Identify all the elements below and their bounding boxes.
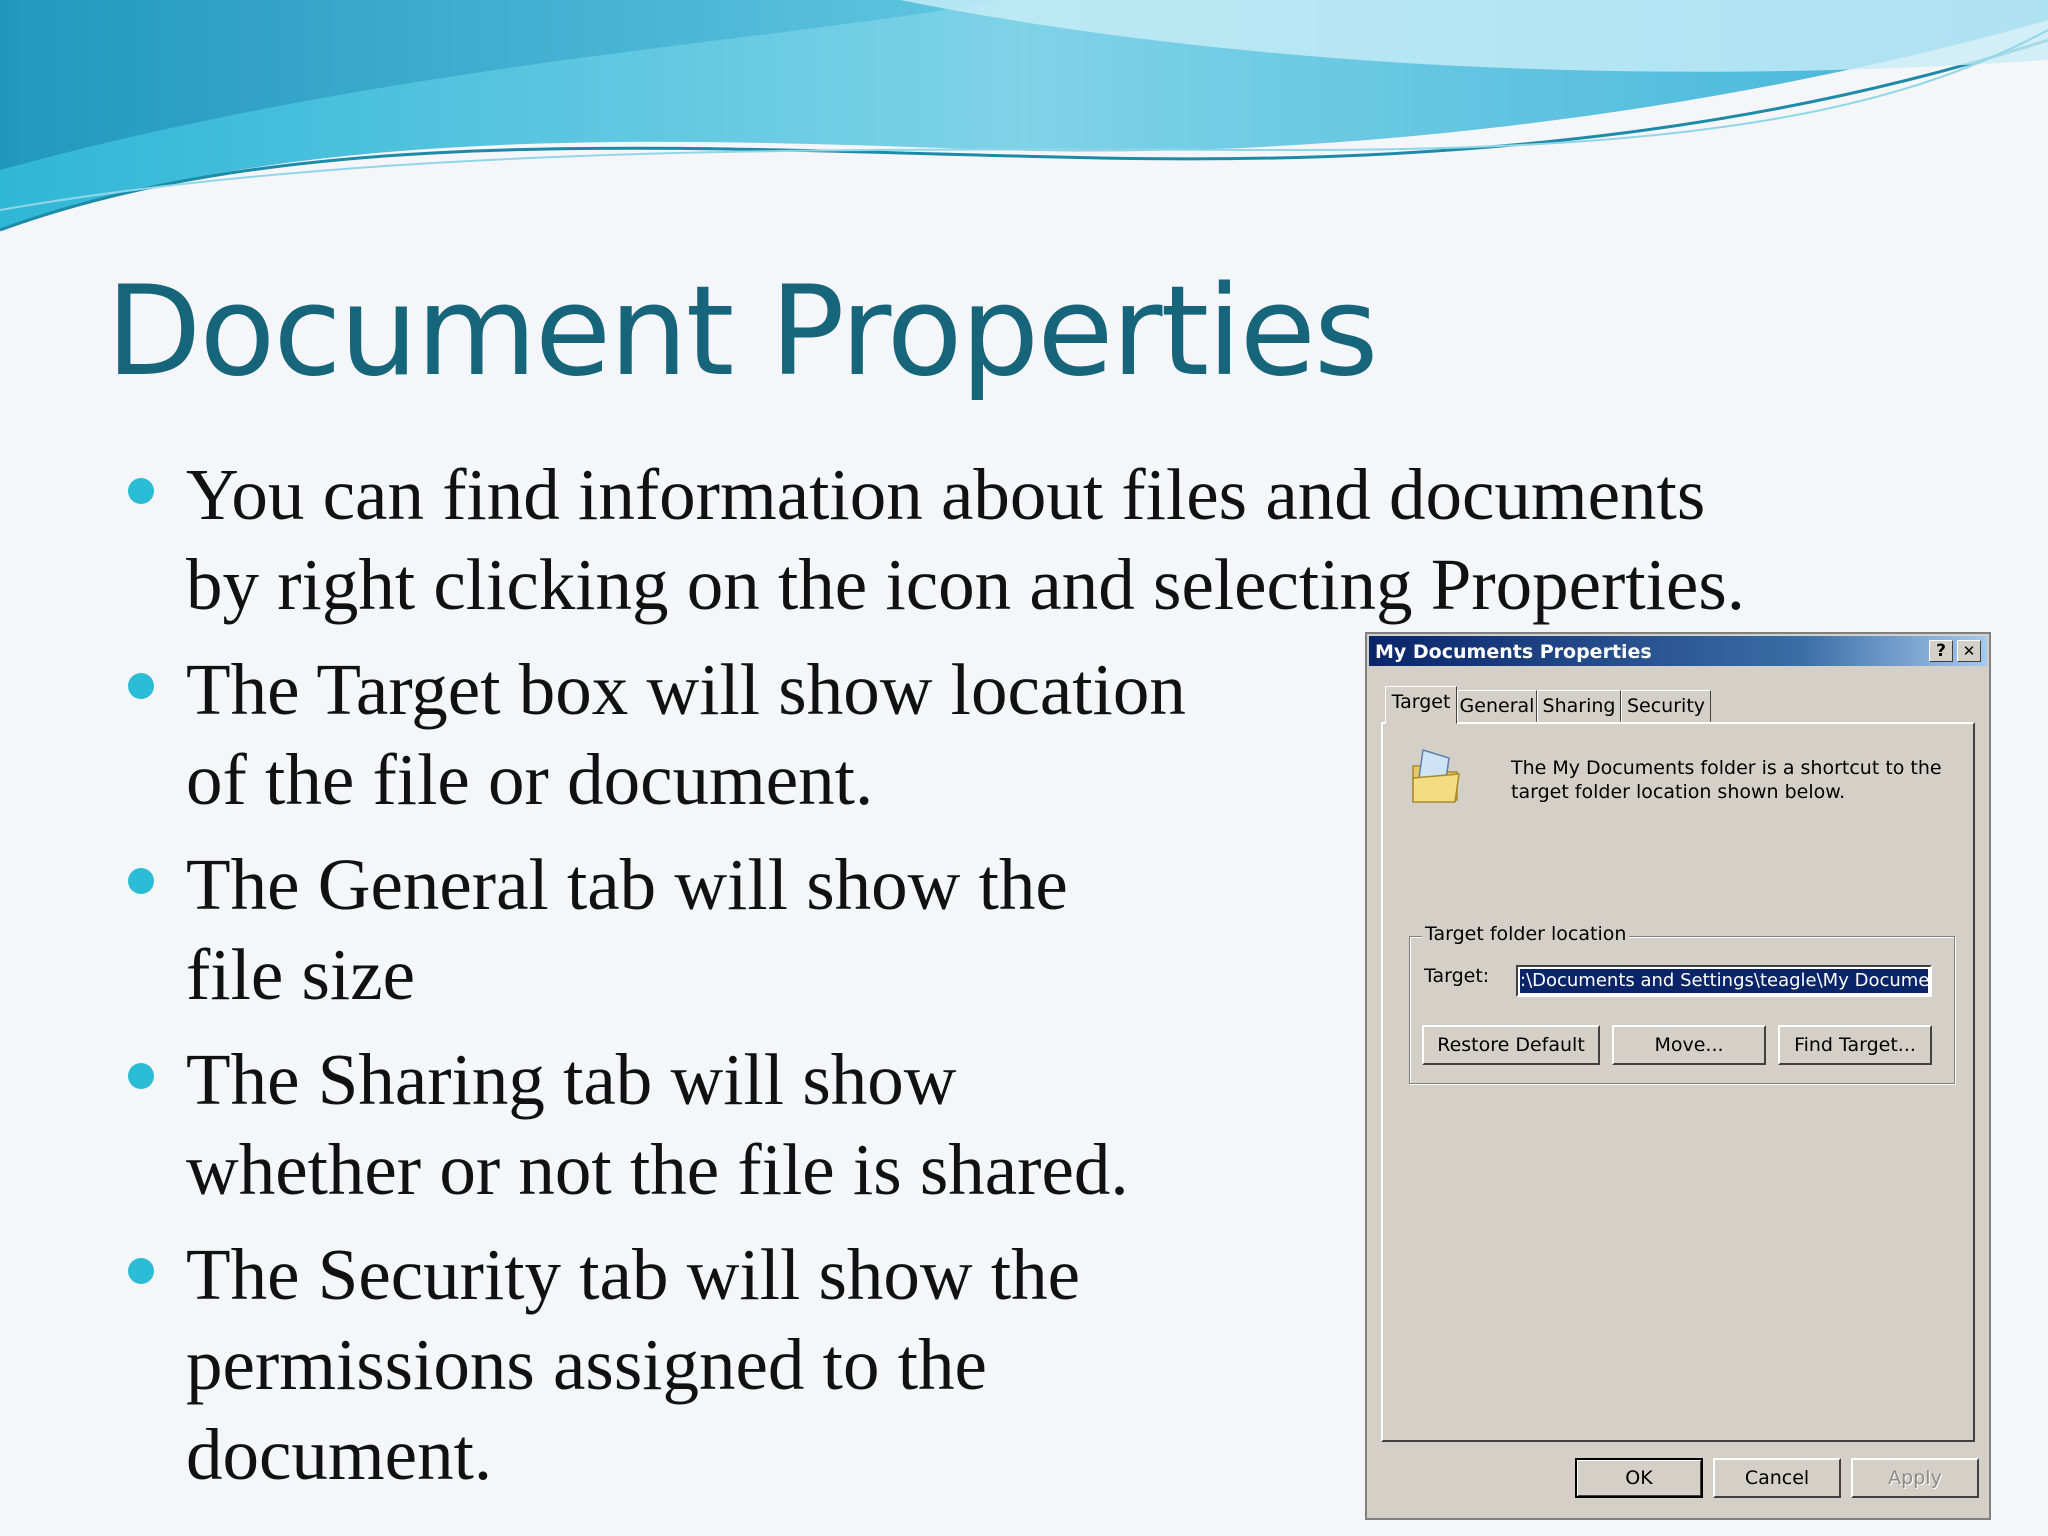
slide: Document Properties You can find informa… bbox=[0, 0, 2048, 1536]
target-input[interactable]: :\Documents and Settings\teagle\My Docum… bbox=[1516, 965, 1932, 997]
help-button[interactable]: ? bbox=[1929, 640, 1953, 662]
header-wave-decoration bbox=[0, 0, 2048, 232]
move-button[interactable]: Move... bbox=[1612, 1025, 1766, 1065]
bullet-line: The Target box will show location bbox=[186, 649, 1186, 730]
target-input-value: :\Documents and Settings\teagle\My Docum… bbox=[1520, 969, 1928, 993]
bullet-text: You can find information about files and… bbox=[186, 450, 1745, 630]
target-label: Target: bbox=[1424, 965, 1490, 987]
close-button[interactable]: ✕ bbox=[1957, 640, 1981, 662]
bullet-line: document. bbox=[186, 1414, 493, 1495]
groupbox-label: Target folder location bbox=[1422, 923, 1630, 945]
dialog-description: The My Documents folder is a shortcut to… bbox=[1511, 757, 1942, 803]
bullet-dot-icon bbox=[128, 1258, 154, 1284]
bullet-line: The Security tab will show the bbox=[186, 1234, 1081, 1315]
tab-sharing[interactable]: Sharing bbox=[1537, 690, 1621, 722]
ok-button[interactable]: OK bbox=[1575, 1458, 1703, 1498]
bullet-line: The General tab will show the bbox=[186, 844, 1068, 925]
bullet-dot-icon bbox=[128, 478, 154, 504]
tab-security[interactable]: Security bbox=[1621, 690, 1711, 722]
bullet-line: The Sharing tab will show bbox=[186, 1039, 957, 1120]
page-title: Document Properties bbox=[106, 260, 1378, 404]
bullet-dot-icon bbox=[128, 1063, 154, 1089]
bullet-line: by right clicking on the icon and select… bbox=[186, 544, 1745, 625]
bullet-line: of the file or document. bbox=[186, 739, 874, 820]
tab-general[interactable]: General bbox=[1457, 690, 1537, 722]
dialog-titlebar[interactable]: My Documents Properties ? ✕ bbox=[1369, 636, 1987, 666]
bullet-line: permissions assigned to the bbox=[186, 1324, 987, 1405]
tab-target[interactable]: Target bbox=[1385, 686, 1457, 724]
bullet-line: whether or not the file is shared. bbox=[186, 1129, 1129, 1210]
restore-default-button[interactable]: Restore Default bbox=[1422, 1025, 1600, 1065]
bullet-line: file size bbox=[186, 934, 416, 1015]
bullet-dot-icon bbox=[128, 673, 154, 699]
bullet-line: You can find information about files and… bbox=[186, 454, 1706, 535]
bullet-text: The Target box will show location of the… bbox=[186, 645, 1186, 825]
cancel-button[interactable]: Cancel bbox=[1713, 1458, 1841, 1498]
bullet-text: The Sharing tab will show whether or not… bbox=[186, 1035, 1129, 1215]
my-documents-folder-icon bbox=[1412, 749, 1460, 803]
bullet-dot-icon bbox=[128, 868, 154, 894]
bullet-text: The General tab will show the file size bbox=[186, 840, 1068, 1020]
dialog-title: My Documents Properties bbox=[1375, 641, 1652, 663]
tab-panel-target: The My Documents folder is a shortcut to… bbox=[1381, 722, 1975, 1442]
properties-dialog: My Documents Properties ? ✕ Target Gener… bbox=[1365, 632, 1991, 1520]
apply-button[interactable]: Apply bbox=[1851, 1458, 1979, 1498]
target-folder-groupbox: Target folder location Target: :\Documen… bbox=[1409, 923, 1955, 1084]
find-target-button[interactable]: Find Target... bbox=[1778, 1025, 1932, 1065]
bullet-text: The Security tab will show the permissio… bbox=[186, 1230, 1080, 1500]
